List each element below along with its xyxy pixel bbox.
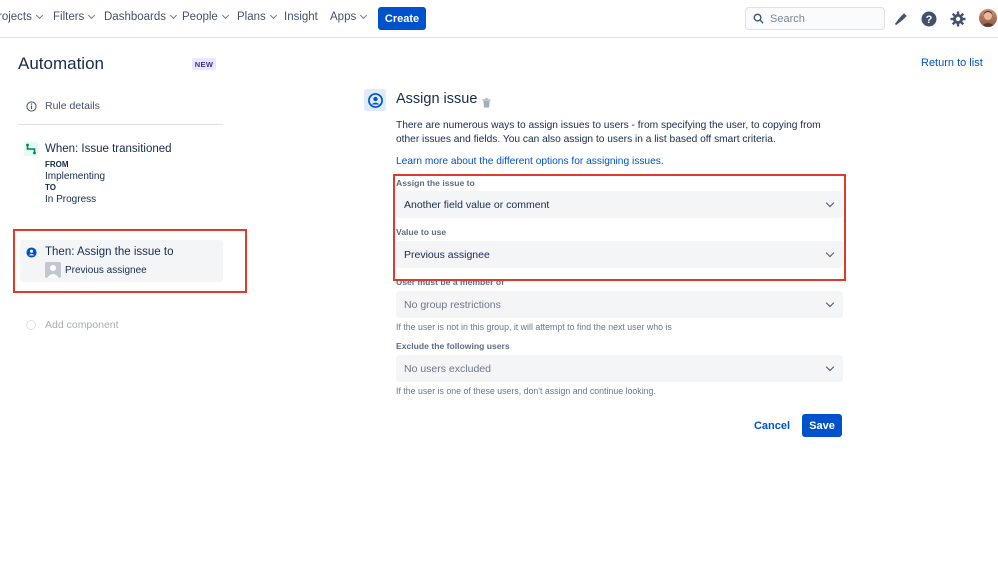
- nav-insight[interactable]: Insight: [284, 11, 318, 23]
- trigger-title: When: Issue transitioned: [45, 143, 172, 155]
- trash-icon[interactable]: [482, 95, 491, 113]
- chevron-down-icon: [825, 298, 835, 308]
- nav-people-label: People: [182, 11, 218, 23]
- panel-title: Assign issue: [396, 91, 478, 107]
- learn-more-link[interactable]: Learn more about the different options f…: [396, 156, 664, 167]
- member-helper-text: If the user is not in this group, it wil…: [396, 322, 672, 332]
- search-icon: [753, 13, 764, 24]
- rule-details-item[interactable]: Rule details: [26, 100, 100, 112]
- notifications-icon[interactable]: [892, 10, 909, 27]
- add-component-item[interactable]: Add component: [26, 319, 119, 331]
- chevron-down-icon: [825, 362, 835, 372]
- exclude-select-value: No users excluded: [404, 362, 491, 375]
- exclude-helper-text: If the user is one of these users, don't…: [396, 386, 656, 396]
- panel-description: There are numerous ways to assign issues…: [396, 120, 821, 145]
- settings-icon[interactable]: [949, 10, 966, 27]
- chevron-down-icon: [35, 11, 43, 20]
- nav-dashboards-label: Dashboards: [104, 11, 167, 23]
- nav-apps-label: Apps: [330, 11, 357, 23]
- nav-plans[interactable]: Plans: [237, 11, 277, 23]
- create-button[interactable]: Create: [378, 7, 426, 30]
- exclude-field-label: Exclude the following users: [396, 341, 510, 351]
- member-select-value: No group restrictions: [404, 298, 501, 311]
- profile-avatar[interactable]: [979, 9, 997, 27]
- nav-plans-label: Plans: [237, 11, 266, 23]
- new-badge: NEW: [192, 58, 216, 70]
- nav-projects-label: rojects: [0, 11, 32, 23]
- trigger-from-value: Implementing: [45, 171, 106, 182]
- save-button[interactable]: Save: [802, 414, 842, 437]
- search-input[interactable]: [770, 12, 870, 25]
- nav-dashboards[interactable]: Dashboards: [104, 11, 178, 23]
- info-icon: [26, 100, 37, 112]
- return-to-list-link[interactable]: Return to list: [921, 57, 983, 69]
- empty-circle-icon: [26, 320, 36, 330]
- page-title: Automation: [18, 54, 104, 73]
- search-box[interactable]: [745, 7, 885, 30]
- rule-details-label: Rule details: [45, 100, 100, 112]
- nav-insight-label: Insight: [284, 11, 318, 23]
- nav-apps[interactable]: Apps: [330, 11, 368, 23]
- cancel-button[interactable]: Cancel: [749, 415, 795, 436]
- assign-user-icon: [364, 89, 386, 111]
- svg-text:?: ?: [925, 14, 932, 26]
- trigger-to-value: In Progress: [45, 194, 97, 205]
- member-select[interactable]: No group restrictions: [396, 291, 843, 318]
- nav-people[interactable]: People: [182, 11, 229, 23]
- add-component-label: Add component: [45, 319, 119, 331]
- chevron-down-icon: [360, 11, 368, 20]
- transition-icon: [24, 142, 38, 156]
- trigger-to-label: TO: [45, 183, 56, 192]
- nav-filters[interactable]: Filters: [53, 11, 96, 23]
- highlight-box-right: [393, 174, 846, 281]
- highlight-box-left: [13, 229, 247, 293]
- trigger-from-label: FROM: [45, 160, 69, 169]
- help-icon[interactable]: ?: [920, 10, 937, 27]
- chevron-down-icon: [221, 11, 229, 20]
- chevron-down-icon: [269, 11, 277, 20]
- chevron-down-icon: [169, 11, 178, 20]
- chevron-down-icon: [88, 11, 96, 20]
- nav-filters-label: Filters: [53, 11, 85, 23]
- nav-projects[interactable]: rojects: [0, 11, 43, 23]
- divider: [18, 124, 223, 125]
- exclude-select[interactable]: No users excluded: [396, 355, 843, 382]
- top-navigation: rojects Filters Dashboards People Plans …: [0, 0, 998, 38]
